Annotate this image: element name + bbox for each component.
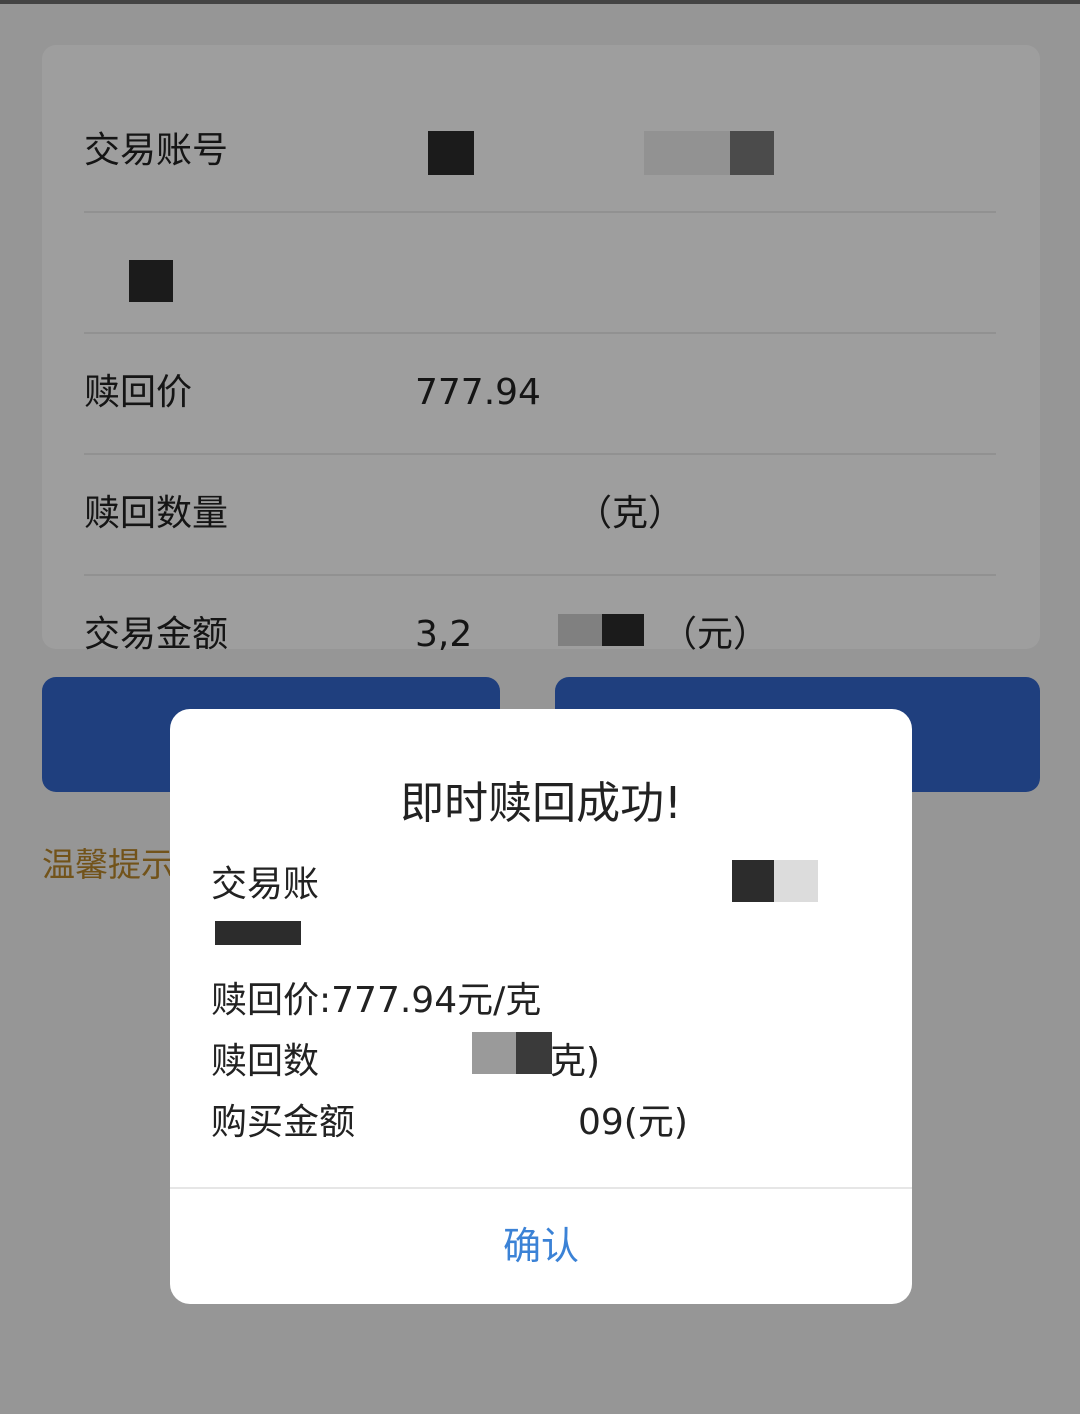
dialog-amount-prefix: 购买金额 — [211, 1102, 356, 1143]
dialog-price-line: 赎回价:777.94元/克 — [211, 980, 542, 1021]
confirm-button[interactable]: 确认 — [170, 1189, 912, 1304]
dialog-title: 即时赎回成功! — [400, 778, 682, 829]
dialog-quantity-prefix: 赎回数 — [211, 1041, 320, 1082]
dialog-account-line: 交易账 — [211, 864, 320, 905]
dialog-amount-suffix: 09(元) — [578, 1102, 688, 1143]
redacted-block — [472, 1032, 516, 1074]
success-dialog: 即时赎回成功! 交易账 赎回价:777.94元/克 赎回数 克) 购买金额 09… — [170, 709, 912, 1304]
redacted-block — [215, 921, 301, 945]
dialog-quantity-suffix: 克) — [550, 1041, 601, 1082]
redacted-block — [732, 860, 774, 902]
redacted-block — [516, 1032, 552, 1074]
redacted-block — [774, 860, 818, 902]
